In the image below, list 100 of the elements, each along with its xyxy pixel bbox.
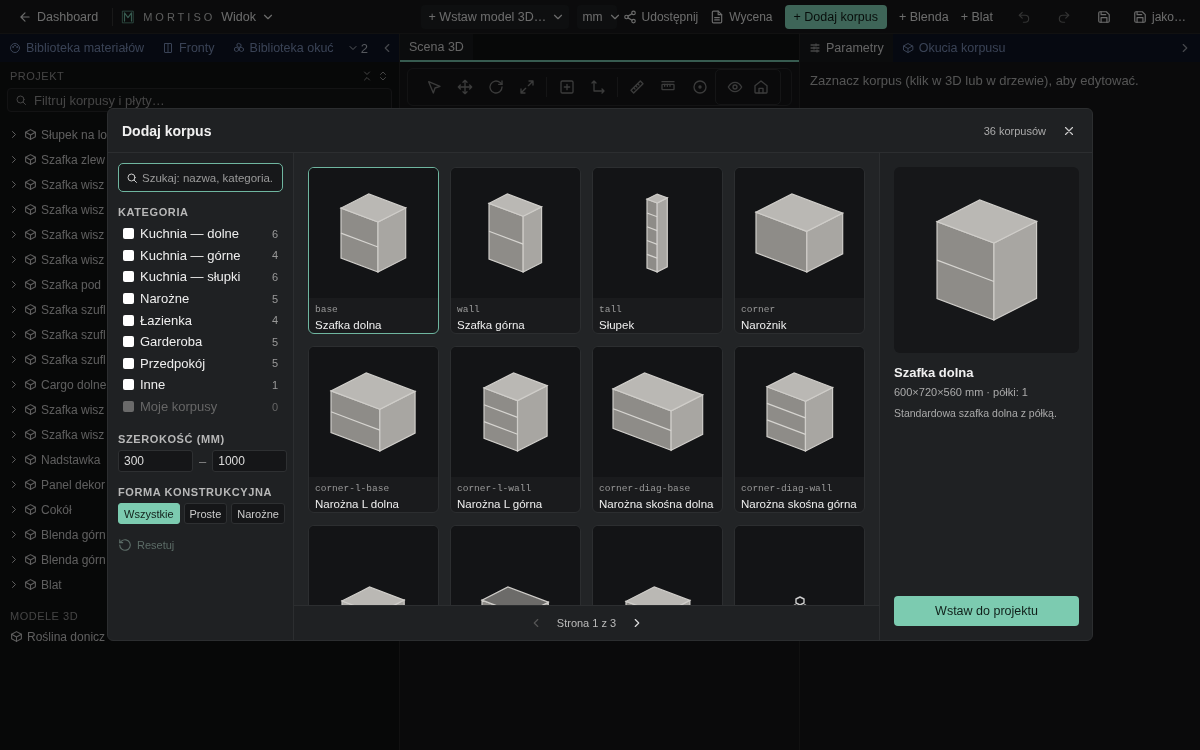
cabinet-card[interactable]: corner Narożnik bbox=[734, 167, 865, 334]
panel-tab[interactable]: Biblioteka okuć bbox=[223, 34, 343, 62]
tree-item[interactable]: Blenda górn bbox=[41, 552, 106, 567]
tree-item[interactable]: Szafka pod bbox=[41, 277, 102, 292]
cube-icon bbox=[24, 353, 37, 366]
save-as-button[interactable]: jako… bbox=[1127, 4, 1192, 29]
panel-tab[interactable]: Fronty bbox=[153, 34, 224, 62]
cabinet-card[interactable]: corner-l-base Narożna L dolna bbox=[308, 346, 439, 513]
save-icon bbox=[1097, 9, 1111, 24]
cabinet-name: Narożnik bbox=[741, 319, 788, 331]
cube-icon bbox=[24, 278, 37, 291]
tree-item[interactable]: Cokół bbox=[41, 502, 72, 517]
tree-item[interactable]: Szafka wisz bbox=[41, 402, 105, 417]
checkbox[interactable] bbox=[123, 228, 134, 240]
tree-item[interactable]: Szafka wisz bbox=[41, 252, 105, 267]
expand-all-icon[interactable] bbox=[377, 70, 389, 82]
cube-icon bbox=[24, 503, 37, 516]
category-label[interactable]: Łazienka bbox=[140, 312, 266, 328]
category-label[interactable]: Kuchnia — słupki bbox=[140, 269, 266, 285]
tree-item[interactable]: Szafka szufl bbox=[41, 327, 106, 342]
cube-icon bbox=[24, 303, 37, 316]
category-label[interactable]: Kuchnia — górne bbox=[140, 247, 266, 263]
tree-item[interactable]: Panel dekor bbox=[41, 477, 106, 492]
tree-item[interactable]: Szafka wisz bbox=[41, 202, 105, 217]
back-arrow-icon bbox=[18, 9, 32, 24]
cabinet-code: corner-diag-wall bbox=[741, 483, 834, 494]
category-count: 1 bbox=[271, 378, 278, 391]
panel-tab[interactable]: Scena 3D bbox=[400, 34, 473, 60]
add-icon[interactable] bbox=[558, 79, 575, 95]
tree-item[interactable]: Słupek na lo bbox=[41, 127, 108, 142]
category-label: Moje korpusy bbox=[140, 399, 219, 415]
target-icon[interactable] bbox=[691, 79, 708, 95]
filter-toggle[interactable]: Narożne bbox=[231, 503, 285, 525]
panel-tab[interactable]: Biblioteka materiałów bbox=[0, 34, 154, 62]
min-width-field[interactable]: 300 bbox=[118, 450, 193, 473]
eye-icon[interactable] bbox=[727, 79, 743, 95]
filter-toggle[interactable]: Proste bbox=[183, 503, 228, 525]
cabinet-code: corner-l-wall bbox=[457, 483, 533, 494]
tree-item[interactable]: Blenda górn bbox=[41, 527, 106, 542]
move-icon[interactable] bbox=[456, 79, 473, 95]
category-count: 0 bbox=[271, 400, 278, 413]
cabinet-card[interactable]: base Szafka dolna bbox=[308, 167, 439, 334]
select-icon[interactable] bbox=[425, 79, 442, 95]
preview-description: Standardowa szafka dolna z półką. bbox=[894, 407, 1058, 419]
rotate-icon[interactable] bbox=[487, 79, 504, 95]
panel-tab[interactable]: Okucia korpusu bbox=[892, 34, 1015, 62]
search-icon bbox=[126, 171, 138, 184]
add-top-button[interactable]: + Blat bbox=[954, 4, 999, 29]
tree-item[interactable]: Szafka wisz bbox=[41, 227, 105, 242]
result-count: 36 korpusów bbox=[983, 124, 1046, 137]
cabinet-card[interactable]: corner-diag-base Narożna skośna dolna bbox=[592, 346, 723, 513]
tree-item[interactable]: Szafka wisz bbox=[41, 427, 105, 442]
search-field[interactable]: Szukaj: nazwa, kategoria. bbox=[118, 163, 283, 192]
ruler-icon[interactable] bbox=[629, 79, 646, 95]
search-icon bbox=[15, 94, 27, 106]
checkbox[interactable] bbox=[123, 314, 134, 326]
tree-item[interactable]: Szafka szufl bbox=[41, 302, 106, 317]
category-label[interactable]: Narożne bbox=[140, 291, 266, 307]
cabinet-card[interactable]: tall Słupek bbox=[592, 167, 723, 334]
tree-item[interactable]: Cargo dolne bbox=[41, 377, 107, 392]
axes-icon[interactable] bbox=[589, 79, 606, 95]
unit-select[interactable]: mm bbox=[576, 4, 617, 29]
tree-item[interactable]: Szafka wisz bbox=[41, 177, 105, 192]
tree-item[interactable]: Szafka szufl bbox=[41, 352, 106, 367]
quote-button[interactable]: Wycena bbox=[704, 4, 779, 29]
view-menu[interactable]: Widok bbox=[215, 4, 282, 29]
cabinet-card[interactable]: corner-diag-wall Narożna skośna górna bbox=[734, 346, 865, 513]
cube-icon bbox=[24, 228, 37, 241]
back-link[interactable]: Dashboard bbox=[12, 4, 105, 29]
cabinet-card[interactable]: wall Szafka górna bbox=[450, 167, 581, 334]
checkbox[interactable] bbox=[123, 336, 134, 348]
filter-toggle[interactable]: Wszystkie bbox=[118, 503, 180, 525]
checkbox[interactable] bbox=[123, 379, 134, 391]
insert-button[interactable]: Wstaw do projektu bbox=[894, 596, 1079, 626]
category-label[interactable]: Garderoba bbox=[140, 334, 266, 350]
cabinet-name: Narożna skośna górna bbox=[741, 498, 858, 510]
cube-icon bbox=[24, 153, 37, 166]
cube-icon bbox=[24, 203, 37, 216]
overflow-tabs-button[interactable]: 2 bbox=[342, 34, 372, 62]
category-label[interactable]: Inne bbox=[140, 377, 266, 393]
tree-item[interactable]: Szafka zlew bbox=[41, 152, 106, 167]
max-width-field[interactable]: 1000 bbox=[212, 450, 288, 473]
home-icon[interactable] bbox=[753, 79, 769, 95]
checkbox[interactable] bbox=[123, 357, 134, 369]
add-blend-button[interactable]: + Blenda bbox=[892, 4, 955, 29]
panel-tab[interactable]: Parametry bbox=[800, 34, 893, 62]
tree-item[interactable]: Roślina donicz bbox=[27, 629, 106, 644]
add-cabinet-button[interactable]: + Dodaj korpus bbox=[784, 4, 887, 29]
category-label[interactable]: Przedpokój bbox=[140, 355, 266, 371]
checkbox[interactable] bbox=[123, 271, 134, 283]
share-button[interactable]: Udostępnij bbox=[616, 4, 705, 29]
scale-icon[interactable] bbox=[518, 79, 535, 95]
cabinet-name: Szafka dolna bbox=[315, 319, 383, 331]
insert-model-dropdown[interactable]: + Wstaw model 3D… bbox=[420, 4, 569, 29]
cabinet-card[interactable]: corner-l-wall Narożna L górna bbox=[450, 346, 581, 513]
checkbox[interactable] bbox=[123, 249, 134, 261]
tree-item[interactable]: Nadstawka bbox=[41, 452, 101, 467]
tree-item[interactable]: Blat bbox=[41, 577, 62, 592]
category-label[interactable]: Kuchnia — dolne bbox=[140, 226, 266, 242]
checkbox[interactable] bbox=[123, 293, 134, 305]
